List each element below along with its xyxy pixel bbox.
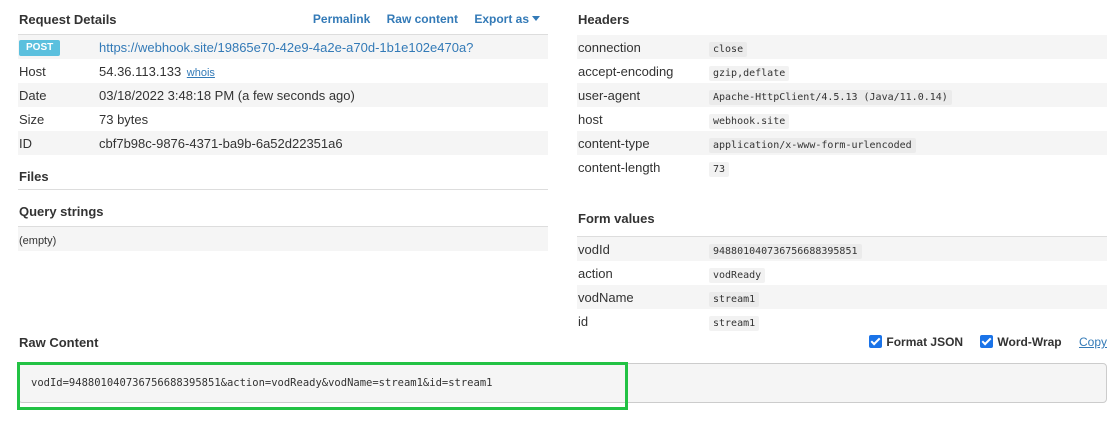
- row-value: Apache-HttpClient/4.5.13 (Java/11.0.14): [709, 89, 952, 105]
- table-row: user-agent Apache-HttpClient/4.5.13 (Java…: [577, 83, 1107, 107]
- host-cell: 54.36.113.133 whois: [98, 59, 548, 83]
- request-details-title: Request Details: [19, 12, 117, 27]
- empty-text: (empty): [19, 234, 57, 247]
- format-json-toggle[interactable]: Format JSON: [869, 335, 963, 349]
- table-row: Host 54.36.113.133 whois: [18, 59, 548, 83]
- row-value-cell: Apache-HttpClient/4.5.13 (Java/11.0.14): [708, 83, 1107, 107]
- files-title: Files: [19, 169, 49, 184]
- row-value: gzip,deflate: [709, 65, 790, 81]
- headers-rows: connection close accept-encoding gzip,defla…: [577, 35, 1107, 179]
- right-column: Headers connection close accept-encoding gz…: [577, 0, 1107, 333]
- raw-content-controls: Format JSON Word-Wrap Copy: [855, 335, 1107, 349]
- headers-header: Headers: [577, 0, 1107, 35]
- method-cell: POST: [18, 35, 98, 59]
- query-strings-table: (empty): [18, 227, 548, 251]
- row-key: host: [578, 111, 603, 127]
- form-values-title: Form values: [578, 211, 655, 226]
- method-badge: POST: [19, 40, 61, 56]
- export-as-dropdown[interactable]: Export as: [474, 12, 540, 26]
- row-value-cell: stream1: [708, 285, 1107, 309]
- request-details-links: Permalink Raw content Export as: [300, 12, 540, 26]
- caret-down-icon: [532, 16, 540, 22]
- query-strings-empty: (empty): [18, 227, 548, 251]
- host-label: Host: [19, 63, 46, 79]
- format-json-label: Format JSON: [886, 335, 964, 349]
- table-row: accept-encoding gzip,deflate: [577, 59, 1107, 83]
- raw-content-title: Raw Content: [19, 335, 99, 350]
- row-value: stream1: [709, 315, 760, 331]
- row-value: vodReady: [709, 267, 766, 283]
- row-key: content-type: [577, 131, 708, 155]
- query-strings-title: Query strings: [19, 204, 104, 219]
- table-row: Size 73 bytes: [18, 107, 548, 131]
- checkbox-checked-icon[interactable]: [869, 335, 883, 348]
- whois-link[interactable]: whois: [187, 67, 215, 79]
- host-value: 54.36.113.133: [99, 63, 182, 79]
- request-details-header: Request Details Permalink Raw content Ex…: [18, 0, 548, 35]
- row-key: vodId: [577, 237, 708, 261]
- word-wrap-toggle[interactable]: Word-Wrap: [980, 335, 1062, 349]
- row-value-cell: vodReady: [708, 261, 1107, 285]
- size-value: 73 bytes: [99, 111, 149, 127]
- row-value: application/x-www-form-urlencoded: [709, 137, 916, 153]
- row-value-cell: 948801040736756688395851: [708, 237, 1107, 261]
- table-row: content-type application/x-www-form-urlen…: [577, 131, 1107, 155]
- row-key: accept-encoding: [578, 63, 674, 79]
- copy-button[interactable]: Copy: [1079, 335, 1107, 349]
- word-wrap-label: Word-Wrap: [997, 335, 1062, 349]
- checkbox-checked-icon[interactable]: [980, 335, 994, 348]
- table-row: host webhook.site: [577, 107, 1107, 131]
- row-value-cell: webhook.site: [708, 107, 1107, 131]
- row-value-cell: 73: [708, 155, 1107, 179]
- table-row: ID cbf7b98c-9876-4371-ba9b-6a52d22351a6: [18, 131, 548, 155]
- row-key: content-length: [578, 159, 661, 175]
- table-row: (empty): [18, 227, 548, 251]
- headers-table: connection close accept-encoding gzip,defla…: [577, 35, 1107, 179]
- raw-content-link[interactable]: Raw content: [387, 12, 458, 26]
- headers-title: Headers: [578, 12, 630, 27]
- date-value: 03/18/2022 3:48:18 PM (a few seconds ago…: [98, 83, 548, 107]
- request-details-table: POST https://webhook.site/19865e70-42e9-…: [18, 35, 548, 155]
- row-key: user-agent: [577, 83, 708, 107]
- left-column: Request Details Permalink Raw content Ex…: [18, 0, 548, 251]
- permalink-link[interactable]: Permalink: [313, 12, 370, 26]
- table-row: vodName stream1: [577, 285, 1107, 309]
- row-key: action: [578, 265, 613, 281]
- row-key: connection: [577, 35, 708, 59]
- table-row: connection close: [577, 35, 1107, 59]
- highlight-annotation: [17, 362, 628, 410]
- row-value: stream1: [709, 291, 760, 307]
- form-values-rows: vodId 948801040736756688395851 action vodRe…: [577, 237, 1107, 333]
- export-as-label: Export as: [474, 12, 529, 26]
- row-value-cell: gzip,deflate: [708, 59, 1107, 83]
- table-row: POST https://webhook.site/19865e70-42e9-…: [18, 35, 548, 59]
- id-label: ID: [18, 131, 98, 155]
- raw-content-header: Raw Content Format JSON Word-Wrap Copy: [18, 330, 1108, 356]
- table-row: action vodReady: [577, 261, 1107, 285]
- row-value-cell: close: [708, 35, 1107, 59]
- table-row: vodId 948801040736756688395851: [577, 237, 1107, 261]
- table-row: Date 03/18/2022 3:48:18 PM (a few second…: [18, 83, 548, 107]
- form-values-table: vodId 948801040736756688395851 action vodRe…: [577, 237, 1107, 333]
- row-value: webhook.site: [709, 113, 790, 129]
- query-strings-header: Query strings: [18, 190, 548, 227]
- row-value: close: [709, 41, 748, 57]
- row-key: vodName: [577, 285, 708, 309]
- files-header: Files: [18, 155, 548, 190]
- id-value: cbf7b98c-9876-4371-ba9b-6a52d22351a6: [98, 131, 548, 155]
- row-value: 948801040736756688395851: [709, 243, 862, 259]
- row-value: 73: [709, 161, 730, 177]
- table-row: content-length 73: [577, 155, 1107, 179]
- request-url-link[interactable]: https://webhook.site/19865e70-42e9-4a2e-…: [99, 40, 473, 55]
- form-values-header: Form values: [577, 192, 1107, 237]
- url-cell: https://webhook.site/19865e70-42e9-4a2e-…: [98, 35, 548, 59]
- row-value-cell: application/x-www-form-urlencoded: [708, 131, 1107, 155]
- date-label: Date: [18, 83, 98, 107]
- size-label: Size: [19, 111, 45, 127]
